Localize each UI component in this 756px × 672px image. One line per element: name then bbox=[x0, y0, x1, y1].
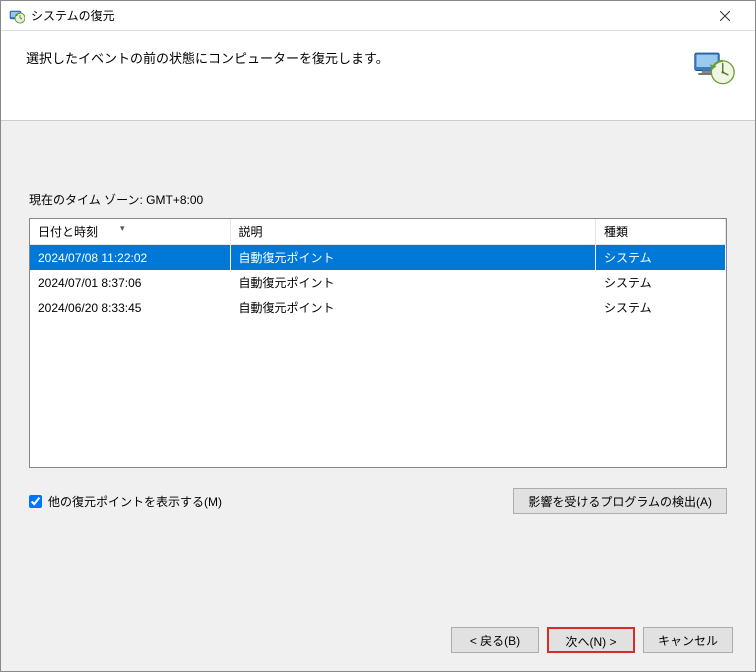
close-icon bbox=[720, 11, 730, 21]
wizard-header: 選択したイベントの前の状態にコンピューターを復元します。 bbox=[1, 31, 755, 121]
cell-type: システム bbox=[596, 245, 726, 271]
show-more-checkbox[interactable]: 他の復元ポイントを表示する(M) bbox=[29, 493, 222, 510]
cell-desc: 自動復元ポイント bbox=[230, 295, 596, 320]
header-text: 選択したイベントの前の状態にコンピューターを復元します。 bbox=[26, 46, 681, 67]
next-button[interactable]: 次へ(N) > bbox=[547, 627, 635, 653]
titlebar: システムの復元 bbox=[1, 1, 755, 31]
cancel-button[interactable]: キャンセル bbox=[643, 627, 733, 653]
cell-date: 2024/06/20 8:33:45 bbox=[30, 295, 230, 320]
column-header-date-label: 日付と時刻 bbox=[38, 225, 98, 239]
column-header-date[interactable]: 日付と時刻 ▾ bbox=[30, 219, 230, 245]
cell-date: 2024/07/08 11:22:02 bbox=[30, 245, 230, 271]
timezone-label: 現在のタイム ゾーン: GMT+8:00 bbox=[29, 191, 727, 208]
column-header-type[interactable]: 種類 bbox=[596, 219, 726, 245]
table-row[interactable]: 2024/07/01 8:37:06自動復元ポイントシステム bbox=[30, 270, 726, 295]
cell-desc: 自動復元ポイント bbox=[230, 245, 596, 271]
table-row[interactable]: 2024/07/08 11:22:02自動復元ポイントシステム bbox=[30, 245, 726, 271]
table-row[interactable]: 2024/06/20 8:33:45自動復元ポイントシステム bbox=[30, 295, 726, 320]
wizard-body: 現在のタイム ゾーン: GMT+8:00 日付と時刻 ▾ 説明 種類 2024/… bbox=[1, 121, 755, 612]
wizard-footer: < 戻る(B) 次へ(N) > キャンセル bbox=[1, 612, 755, 671]
show-more-checkbox-input[interactable] bbox=[29, 495, 42, 508]
scan-programs-button[interactable]: 影響を受けるプログラムの検出(A) bbox=[513, 488, 727, 514]
system-restore-icon bbox=[9, 8, 25, 24]
cell-date: 2024/07/01 8:37:06 bbox=[30, 270, 230, 295]
cell-type: システム bbox=[596, 270, 726, 295]
window-title: システムの復元 bbox=[31, 7, 702, 24]
show-more-checkbox-label: 他の復元ポイントを表示する(M) bbox=[48, 493, 222, 510]
restore-point-table[interactable]: 日付と時刻 ▾ 説明 種類 2024/07/08 11:22:02自動復元ポイン… bbox=[29, 218, 727, 468]
column-header-desc[interactable]: 説明 bbox=[230, 219, 596, 245]
sort-indicator-icon: ▾ bbox=[120, 223, 125, 234]
system-restore-large-icon bbox=[693, 46, 735, 88]
close-button[interactable] bbox=[702, 1, 747, 30]
cell-desc: 自動復元ポイント bbox=[230, 270, 596, 295]
below-table-row: 他の復元ポイントを表示する(M) 影響を受けるプログラムの検出(A) bbox=[29, 488, 727, 514]
back-button[interactable]: < 戻る(B) bbox=[451, 627, 539, 653]
cell-type: システム bbox=[596, 295, 726, 320]
